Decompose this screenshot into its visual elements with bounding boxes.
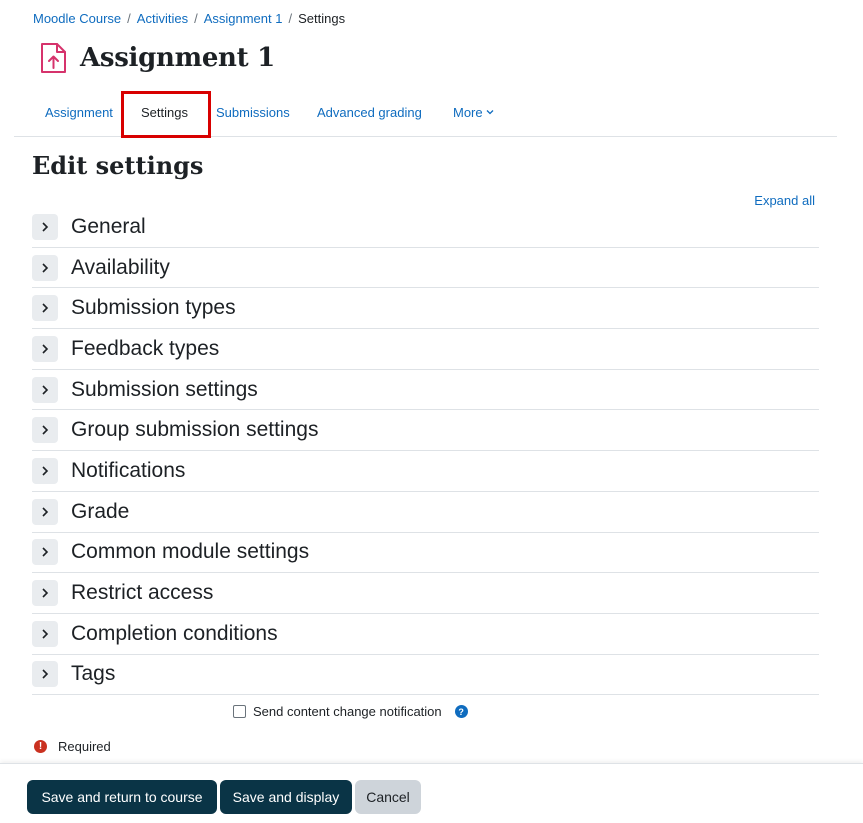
section-label: Common module settings	[71, 540, 310, 564]
sticky-footer: Save and return to course Save and displ…	[0, 763, 863, 823]
section-label: Completion conditions	[71, 621, 278, 645]
save-and-return-button[interactable]: Save and return to course	[27, 780, 217, 814]
active-tab-highlight	[121, 91, 211, 138]
chevron-right-icon[interactable]	[32, 620, 58, 647]
section-availability[interactable]: Availability	[32, 248, 819, 289]
section-submission-types[interactable]: Submission types	[32, 288, 819, 330]
save-and-display-button[interactable]: Save and display	[220, 780, 352, 814]
section-label: Notifications	[71, 458, 186, 482]
page-title: Assignment 1	[80, 43, 275, 73]
breadcrumb: Moodle Course / Activities / Assignment …	[33, 11, 345, 26]
section-label: General	[71, 214, 146, 238]
breadcrumb-separator: /	[288, 11, 293, 26]
tab-advanced-grading[interactable]: Advanced grading	[317, 90, 422, 134]
section-label: Submission types	[71, 296, 236, 320]
chevron-right-icon[interactable]	[32, 661, 58, 688]
section-label: Submission settings	[71, 377, 258, 401]
chevron-right-icon[interactable]	[32, 580, 58, 607]
chevron-right-icon[interactable]	[32, 213, 58, 240]
breadcrumb-link-course[interactable]: Moodle Course	[33, 11, 121, 26]
tab-submissions[interactable]: Submissions	[216, 90, 290, 134]
cancel-button[interactable]: Cancel	[355, 780, 421, 814]
chevron-down-icon	[486, 109, 494, 115]
section-feedback-types[interactable]: Feedback types	[32, 329, 819, 370]
notify-row: Send content change notification ?	[233, 704, 468, 719]
breadcrumb-link-assignment[interactable]: Assignment 1	[204, 11, 283, 26]
notify-label: Send content change notification	[253, 704, 442, 719]
section-label: Availability	[71, 255, 170, 279]
chevron-right-icon[interactable]	[32, 498, 58, 525]
breadcrumb-link-activities[interactable]: Activities	[137, 11, 188, 26]
section-group-submission-settings[interactable]: Group submission settings	[32, 410, 819, 452]
chevron-right-icon[interactable]	[32, 417, 58, 444]
required-label: Required	[58, 739, 111, 754]
section-label: Restrict access	[71, 581, 214, 605]
section-restrict-access[interactable]: Restrict access	[32, 573, 819, 614]
section-grade[interactable]: Grade	[32, 492, 819, 533]
required-legend: ! Required	[34, 739, 111, 754]
chevron-right-icon[interactable]	[32, 457, 58, 484]
assignment-upload-icon	[36, 40, 70, 76]
chevron-right-icon[interactable]	[32, 295, 58, 322]
section-common-module-settings[interactable]: Common module settings	[32, 533, 819, 574]
section-label: Tags	[71, 662, 116, 686]
section-general[interactable]: General	[32, 207, 819, 248]
section-completion-conditions[interactable]: Completion conditions	[32, 614, 819, 655]
chevron-right-icon[interactable]	[32, 376, 58, 403]
page-header: Assignment 1	[36, 40, 275, 76]
tab-assignment[interactable]: Assignment	[45, 90, 113, 134]
section-label: Grade	[71, 499, 130, 523]
required-icon: !	[34, 740, 47, 753]
chevron-right-icon[interactable]	[32, 335, 58, 362]
chevron-right-icon[interactable]	[32, 539, 58, 566]
help-icon[interactable]: ?	[454, 705, 468, 718]
tab-more-label: More	[453, 104, 483, 120]
breadcrumb-current: Settings	[298, 11, 346, 26]
breadcrumb-separator: /	[194, 11, 198, 26]
tab-more[interactable]: More	[453, 90, 494, 134]
expand-all-link[interactable]: Expand all	[754, 193, 815, 208]
edit-settings-heading: Edit settings	[32, 151, 204, 180]
notify-checkbox[interactable]	[233, 705, 246, 718]
section-submission-settings[interactable]: Submission settings	[32, 370, 819, 411]
section-tags[interactable]: Tags	[32, 655, 819, 696]
section-label: Feedback types	[71, 336, 220, 360]
breadcrumb-separator: /	[127, 11, 131, 26]
settings-sections: General Availability Submission types Fe…	[32, 207, 819, 696]
section-notifications[interactable]: Notifications	[32, 451, 819, 492]
section-label: Group submission settings	[71, 418, 319, 442]
chevron-right-icon[interactable]	[32, 254, 58, 281]
